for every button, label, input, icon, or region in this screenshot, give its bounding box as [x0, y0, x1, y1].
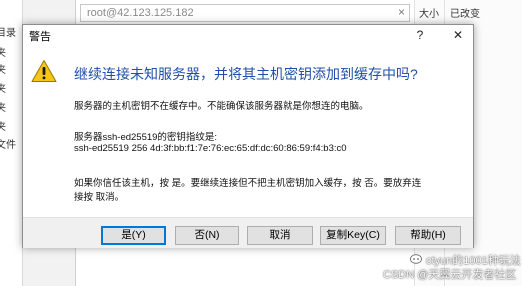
dialog-title: 警告 [29, 31, 51, 43]
dialog-button-bar: 是(Y) 否(N) 取消 复制Key(C) 帮助(H) [23, 217, 473, 248]
cancel-button[interactable]: 取消 [247, 226, 313, 245]
copy-key-button[interactable]: 复制Key(C) [320, 226, 386, 245]
warning-dialog: 警告 ? ✕ 继续连接未知服务器，并将其主机密钥添加到缓存中吗? 服务器的主机密… [22, 24, 474, 248]
message-line: 服务器ssh-ed25519的密钥指纹是: [74, 132, 218, 143]
left-panel-item[interactable]: 夹 [0, 61, 6, 76]
no-button[interactable]: 否(N) [175, 226, 239, 245]
chat-icon [410, 254, 422, 264]
watermark-line2: CSDN @天翼云开发者社区 [383, 269, 517, 281]
dialog-titlebar[interactable]: 警告 ? ✕ [23, 25, 473, 45]
remote-path-field[interactable]: root@42.123.125.182 × [80, 4, 410, 22]
column-header-size[interactable]: 大小 [419, 5, 439, 20]
fingerprint-text: ssh-ed25519 256 4d:3f:bb:f1:7e:76:ec:65:… [74, 143, 347, 154]
message-line: 如果你信任该主机，按 是。要继续连接但不把主机密钥加入缓存，按 否。要放弃连 [74, 178, 422, 189]
left-panel-item[interactable]: 文件 [0, 136, 16, 151]
message-line: 服务器的主机密钥不在缓存中。不能确保该服务器就是你想连的电脑。 [74, 101, 369, 112]
left-panel-item[interactable]: 夹 [0, 44, 6, 59]
help-button[interactable]: 帮助(H) [395, 226, 461, 245]
close-icon[interactable]: × [398, 5, 405, 19]
help-icon[interactable]: ? [405, 25, 435, 45]
left-panel-item[interactable]: 夹 [0, 80, 6, 95]
dialog-content: 继续连接未知服务器，并将其主机密钥添加到缓存中吗? 服务器的主机密钥不在缓存中。… [23, 45, 473, 217]
yes-button[interactable]: 是(Y) [101, 226, 166, 245]
dialog-headline: 继续连接未知服务器，并将其主机密钥添加到缓存中吗? [74, 66, 418, 82]
column-header-modified[interactable]: 已改变 [450, 5, 480, 20]
left-panel-item[interactable]: 夹 [0, 99, 6, 114]
message-line: 接按 取消。 [74, 192, 125, 203]
remote-path-text: root@42.123.125.182 [87, 7, 194, 19]
left-panel-item[interactable]: 夹 [0, 118, 6, 133]
close-icon[interactable]: ✕ [443, 25, 473, 45]
left-panel: 目录 夹 夹 夹 夹 夹 文件 [0, 0, 23, 286]
left-panel-item[interactable]: 目录 [0, 24, 16, 39]
warning-icon [31, 60, 57, 82]
